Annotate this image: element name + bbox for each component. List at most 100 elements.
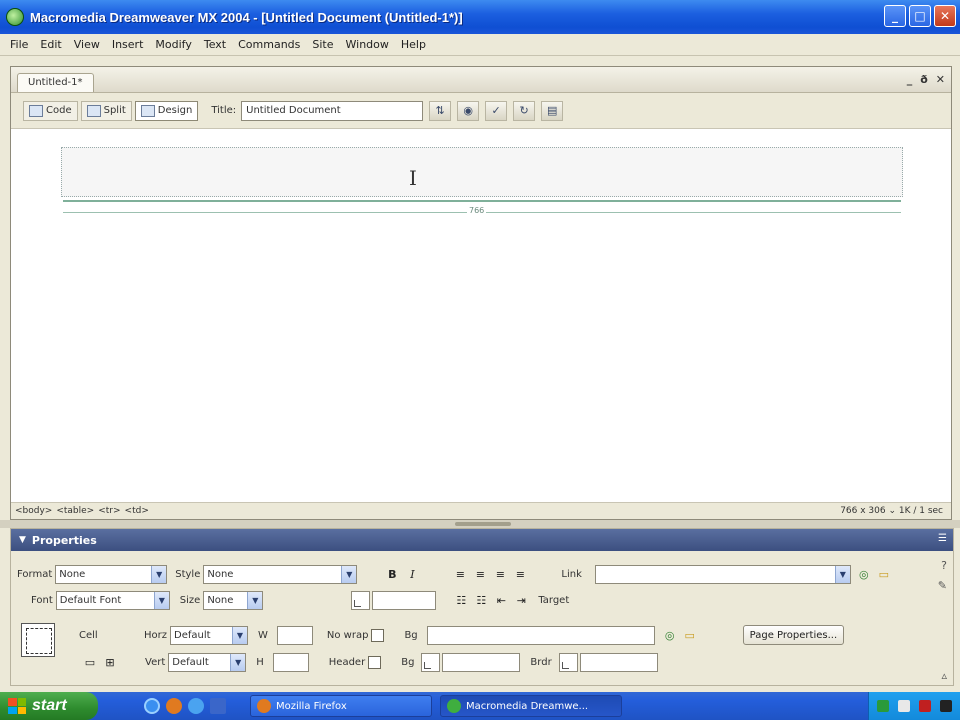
show-desktop-icon[interactable]	[210, 698, 226, 714]
layout-table[interactable]	[61, 147, 903, 197]
border-color-input[interactable]	[579, 653, 658, 672]
minimize-button[interactable]: _	[884, 5, 906, 27]
properties-header[interactable]: ▼ Properties	[11, 529, 953, 551]
start-button[interactable]: start	[0, 692, 98, 720]
firefox-icon[interactable]	[166, 698, 182, 714]
firefox-icon	[257, 699, 271, 713]
align-left-icon[interactable]: ≡	[451, 566, 469, 584]
refresh-icon[interactable]: ↻	[513, 100, 536, 121]
tray-app-icon[interactable]	[939, 700, 952, 712]
title-bar: Macromedia Dreamweaver MX 2004 - [Untitl…	[0, 0, 960, 34]
bold-button[interactable]: B	[383, 566, 401, 584]
menu-window[interactable]: Window	[340, 38, 395, 51]
menu-edit[interactable]: Edit	[34, 38, 67, 51]
panel-splitter[interactable]	[0, 520, 960, 528]
panel-options-icon[interactable]: ☰	[938, 533, 947, 544]
point-to-file-icon[interactable]: ◎	[855, 566, 873, 584]
horz-label: Horz	[144, 629, 167, 641]
italic-button[interactable]: I	[403, 566, 421, 584]
cell-label: Cell	[79, 629, 98, 641]
header-checkbox[interactable]	[368, 656, 382, 669]
font-select[interactable]: Default Font ▼	[55, 591, 170, 610]
menu-modify[interactable]: Modify	[149, 38, 197, 51]
target-label: Target	[538, 595, 570, 606]
border-color-swatch[interactable]	[558, 653, 578, 672]
format-select[interactable]: None ▼	[55, 565, 168, 584]
browse-folder-icon[interactable]: ▭	[875, 566, 893, 584]
collapse-arrow-icon[interactable]: ▼	[19, 535, 26, 545]
view-options-icon[interactable]: ▤	[541, 100, 564, 121]
tag-td[interactable]: <td>	[125, 506, 149, 516]
taskbar: start Mozilla Firefox Macromedia Dreamwe…	[0, 692, 960, 720]
task-firefox[interactable]: Mozilla Firefox	[250, 695, 432, 717]
link-input[interactable]: ▼	[594, 565, 851, 584]
menu-view[interactable]: View	[68, 38, 106, 51]
text-color-input[interactable]	[372, 591, 437, 610]
doc-minimize-button[interactable]: _	[907, 73, 913, 86]
vert-select[interactable]: Default ▼	[168, 653, 247, 672]
height-input[interactable]	[272, 653, 309, 672]
menu-insert[interactable]: Insert	[106, 38, 150, 51]
network-icon[interactable]	[877, 700, 890, 712]
tag-tr[interactable]: <tr>	[98, 506, 120, 516]
text-indent-icon[interactable]: ⇥	[512, 592, 530, 610]
size-select[interactable]: None ▼	[203, 591, 264, 610]
volume-icon[interactable]	[898, 700, 911, 712]
menu-site[interactable]: Site	[306, 38, 339, 51]
font-label: Font	[31, 595, 53, 606]
doc-close-button[interactable]: ✕	[936, 73, 945, 86]
split-view-label: Split	[103, 105, 126, 116]
task-dreamweaver[interactable]: Macromedia Dreamwe...	[440, 695, 622, 717]
ordered-list-icon[interactable]: ☷	[472, 592, 490, 610]
header-label: Header	[328, 657, 366, 668]
file-management-icon[interactable]: ⇅	[429, 100, 452, 121]
doc-restore-button[interactable]: ð	[920, 73, 928, 86]
horz-select[interactable]: Default ▼	[170, 625, 248, 645]
browser-check-icon[interactable]: ✓	[485, 100, 508, 121]
help-icon[interactable]: ?	[941, 559, 947, 572]
browser-icon[interactable]	[188, 698, 204, 714]
browse-folder-icon[interactable]: ▭	[681, 626, 699, 644]
style-select[interactable]: None ▼	[203, 565, 358, 584]
document-tab[interactable]: Untitled-1*	[17, 73, 94, 92]
bg-color-swatch[interactable]	[421, 653, 441, 672]
menu-commands[interactable]: Commands	[232, 38, 306, 51]
width-input[interactable]	[276, 625, 313, 645]
align-justify-icon[interactable]: ≡	[511, 566, 529, 584]
close-button[interactable]: ✕	[934, 5, 956, 27]
bg-color-input[interactable]	[442, 653, 521, 672]
design-view-button[interactable]: Design	[134, 100, 199, 121]
splitter-grip-icon[interactable]	[455, 522, 511, 526]
split-cell-icon[interactable]: ⊞	[101, 654, 119, 672]
font-row: Font Default Font ▼ Size None ▼ ☷ ☷ ⇤ ⇥ …	[31, 591, 572, 610]
preview-browser-icon[interactable]: ◉	[457, 100, 480, 121]
text-outdent-icon[interactable]: ⇤	[492, 592, 510, 610]
point-to-file-icon[interactable]: ◎	[661, 626, 679, 644]
title-input[interactable]	[241, 100, 424, 121]
bg-image-input[interactable]	[426, 625, 655, 645]
expand-arrow-icon[interactable]: ▵	[941, 669, 947, 682]
split-view-button[interactable]: Split	[80, 100, 132, 121]
page-properties-button[interactable]: Page Properties...	[742, 625, 845, 645]
design-canvas[interactable]: I 766	[11, 130, 951, 503]
maximize-button[interactable]: □	[909, 5, 931, 27]
ie-icon[interactable]	[144, 698, 160, 714]
quick-tag-editor-icon[interactable]: ✎	[938, 579, 947, 592]
style-label: Style	[175, 569, 201, 580]
menu-file[interactable]: File	[4, 38, 34, 51]
align-center-icon[interactable]: ≡	[471, 566, 489, 584]
text-color-swatch[interactable]	[351, 591, 371, 610]
merge-cells-icon[interactable]: ▭	[81, 654, 99, 672]
code-view-button[interactable]: Code	[23, 100, 78, 121]
menu-text[interactable]: Text	[198, 38, 232, 51]
align-right-icon[interactable]: ≡	[491, 566, 509, 584]
menu-help[interactable]: Help	[395, 38, 432, 51]
chevron-down-icon: ▼	[341, 566, 357, 583]
unordered-list-icon[interactable]: ☷	[452, 592, 470, 610]
nowrap-checkbox[interactable]	[371, 628, 385, 642]
w-label: W	[258, 629, 268, 641]
security-icon[interactable]	[918, 700, 931, 712]
tag-body[interactable]: <body>	[15, 506, 52, 516]
design-view-icon	[140, 104, 155, 117]
tag-table[interactable]: <table>	[56, 506, 94, 516]
